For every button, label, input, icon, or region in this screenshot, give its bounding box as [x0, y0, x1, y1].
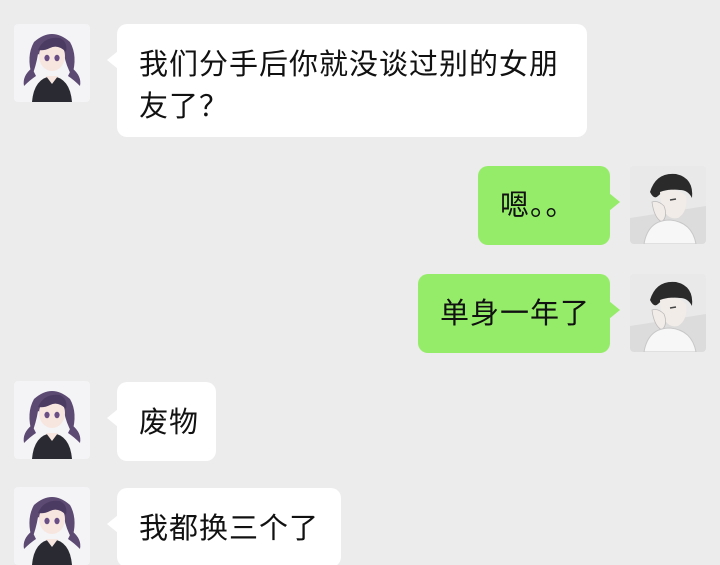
boy-avatar-icon[interactable]: [630, 166, 706, 244]
message-text: 废物: [139, 405, 200, 439]
message-bubble-sent[interactable]: 嗯。。: [478, 166, 620, 245]
message-text: 我们分手后你就没谈过别的女朋友了？: [139, 47, 560, 123]
boy-avatar-icon[interactable]: [630, 274, 706, 352]
chat-area: 我们分手后你就没谈过别的女朋友了？ 嗯。。 单身一年了 废物 我都换三个了: [0, 0, 720, 565]
girl-avatar-icon[interactable]: [14, 24, 90, 102]
message-bubble-sent[interactable]: 单身一年了: [418, 274, 620, 353]
message-bubble-received[interactable]: 我都换三个了: [107, 488, 341, 565]
girl-avatar-icon[interactable]: [14, 381, 90, 459]
message-bubble-received[interactable]: 废物: [107, 382, 216, 461]
girl-avatar-icon[interactable]: [14, 487, 90, 565]
message-text: 单身一年了: [440, 296, 591, 330]
message-bubble-received[interactable]: 我们分手后你就没谈过别的女朋友了？: [107, 24, 587, 137]
message-text: 我都换三个了: [139, 511, 320, 545]
message-text: 嗯。。: [500, 188, 576, 222]
